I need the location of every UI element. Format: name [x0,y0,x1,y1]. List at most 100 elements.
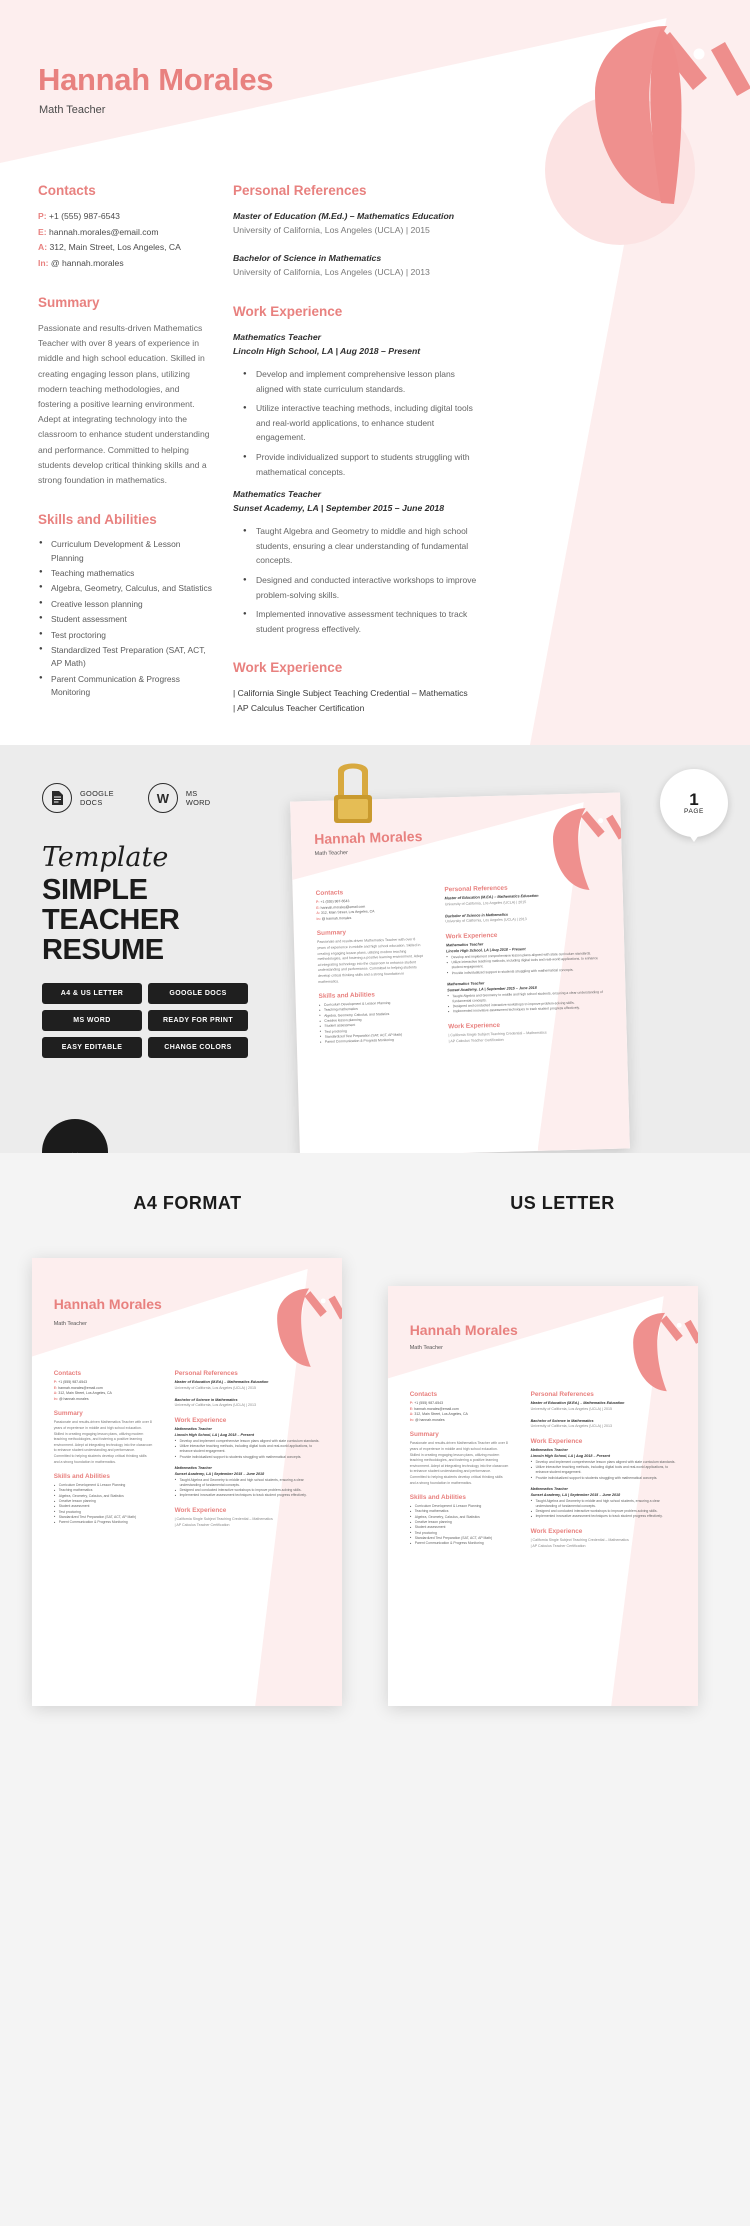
ms-word-icon: W [147,783,178,813]
promo-headline-2: TEACHER [42,904,180,936]
document-icon [51,791,63,805]
format-headings: A4 FORMAT US LETTER [0,1193,750,1214]
mini-summary-text: Passionate and results-driven Mathematic… [317,937,423,984]
format-badge-label: GOOGLE DOCS [80,789,114,808]
list-item: Standardized Test Preparation (SAT, ACT,… [38,643,213,671]
format-badge-ms-word: W MS WORD [147,783,211,813]
list-item: Implemented innovative assessment techni… [531,1514,680,1520]
mini-summary-text: Passionate and results-driven Mathematic… [53,1420,153,1464]
mini-resume: Hannah Morales Math Teacher Contacts P: … [388,1286,698,1706]
scroll-down-button[interactable]: ⌄ [42,1119,108,1153]
section-title-certifications: Work Experience [233,660,343,676]
list-item: Parent Communication & Progress Monitori… [38,672,213,700]
section-title-work-experience: Work Experience [233,304,343,319]
format-badge-line1: MS [185,788,198,798]
mini-contact-key: P: [409,1401,414,1405]
feature-tag-ready-for-print[interactable]: READY FOR PRINT [148,1010,248,1031]
job-bullets: Taught Algebra and Geometry to middle an… [243,524,483,636]
contact-email-key: E: [38,226,47,237]
mini-resume-name: Hannah Morales [409,1321,518,1338]
mini-section-work: Work Experience [530,1438,583,1446]
list-item: Utilize interactive teaching methods, in… [175,1444,324,1455]
a4-format-preview[interactable]: Hannah Morales Math Teacher Contacts P: … [32,1258,342,1706]
list-item: Provide individualized support to studen… [531,1475,680,1481]
job-meta: Sunset Academy, LA | September 2015 – Ju… [233,503,445,514]
feature-tag-a4-us-letter[interactable]: A4 & US LETTER [42,983,142,1004]
feature-tag-easy-editable[interactable]: EASY EDITABLE [42,1037,142,1058]
resume-thumbnail-card[interactable]: Hannah Morales Math Teacher Contacts P: … [290,792,630,1153]
contact-instagram: In: @ hannah.morales [38,256,213,272]
mini-left-column: Contacts P: +1 (555) 987-6543 E: hannah.… [54,1370,153,1526]
feature-tag-google-docs[interactable]: GOOGLE DOCS [148,983,248,1004]
mini-resume: Hannah Morales Math Teacher Contacts P: … [290,792,630,1153]
page-count-number: 1 [689,790,699,809]
promo-left-panel: GOOGLE DOCS W MS WORD Template SIMPLE TE… [42,783,292,1058]
education-degree: Master of Education (M.Ed.) – Mathematic… [233,211,455,221]
mini-contact-value: 312, Main Street, Los Angeles, CA [414,1412,468,1417]
list-item: Teaching mathematics [38,566,213,580]
mini-section-summary: Summary [53,1410,83,1418]
feature-tag-change-colors[interactable]: CHANGE COLORS [148,1037,248,1058]
mini-resume: Hannah Morales Math Teacher Contacts P: … [32,1258,342,1706]
promo-headline-3: RESUME [42,934,164,966]
mini-job-bullets: Develop and implement comprehensive less… [446,951,605,977]
mini-resume-role: Math Teacher [53,1320,87,1327]
mini-contact-value: hannah.morales@email.com [414,1406,459,1411]
mini-skills-list: Curriculum Development & Lesson Planning… [410,1504,509,1547]
mini-skills-list: Curriculum Development & Lesson Planning… [54,1483,153,1526]
mini-resume-name: Hannah Morales [314,828,423,848]
mini-resume-role: Math Teacher [314,849,348,857]
list-item: Creative lesson planning [38,597,213,611]
list-item: Algebra, Geometry, Calculus, and Statist… [38,581,213,595]
mini-contact-value: 312, Main Street, Los Angeles, CA [58,1391,112,1396]
mini-section-work: Work Experience [174,1417,227,1425]
skills-list: Curriculum Development & Lesson Planning… [38,537,213,700]
job-title: Mathematics Teacher [233,332,322,342]
list-item: Curriculum Development & Lesson Planning [38,537,213,565]
feature-tag-ms-word[interactable]: MS WORD [42,1010,142,1031]
mini-contact: In: @ hannah.morales [54,1397,153,1403]
mini-left-column: Contacts P: +1 (555) 987-6543 E: hannah.… [410,1391,509,1547]
mini-contact-value: @ hannah.morales [58,1396,89,1401]
education-school: University of California, Los Angeles (U… [233,225,430,235]
format-badge-line1: GOOGLE [80,788,114,798]
section-title-references: Personal References [233,183,367,198]
list-item: Taught Algebra and Geometry to middle an… [243,524,483,568]
contact-instagram-key: In: [38,257,49,268]
mini-contact-key: In: [409,1417,414,1422]
mini-job-bullets: Develop and implement comprehensive less… [531,1459,680,1481]
mini-education-school: University of California, Los Angeles (U… [174,1403,257,1408]
contact-instagram-value: @ hannah.morales [50,257,124,268]
list-item: Designed and conducted interactive works… [243,573,483,602]
section-title-skills: Skills and Abilities [38,512,157,528]
mini-resume-name: Hannah Morales [53,1296,162,1313]
list-item: Taught Algebra and Geometry to middle an… [531,1498,680,1510]
mini-contact-key: P: [315,899,320,904]
list-item: Student assessment [38,612,213,626]
resume-role: Math Teacher [39,104,106,116]
contact-address: A: 312, Main Street, Los Angeles, CA [38,240,213,256]
mini-contact-value: +1 (555) 987-6543 [320,899,350,904]
job-meta: Lincoln High School, LA | Aug 2018 – Pre… [233,346,421,356]
mini-education-school: University of California, Los Angeles (U… [530,1424,613,1429]
resume-right-column: Personal References Master of Education … [233,183,483,716]
resume-left-column: Contacts P: +1 (555) 987-6543 E: hannah.… [38,183,213,702]
heading-a4-format: A4 FORMAT [133,1193,242,1213]
contact-address-key: A: [38,242,48,252]
mini-right-column: Personal References Master of Education … [444,882,607,1045]
promo-headline-1: SIMPLE [42,874,148,906]
contact-phone-value: +1 (555) 987-6543 [48,211,120,221]
mini-contact-key: A: [316,911,321,916]
feature-tags: A4 & US LETTER GOOGLE DOCS MS WORD READY… [42,983,252,1058]
us-letter-format-preview[interactable]: Hannah Morales Math Teacher Contacts P: … [388,1286,698,1706]
promo-section: GOOGLE DOCS W MS WORD Template SIMPLE TE… [0,745,750,1153]
education-school: University of California, Los Angeles (U… [233,267,430,277]
mini-contact-key: In: [316,916,321,921]
list-item: Implemented innovative assessment techni… [175,1493,324,1499]
job-title: Mathematics Teacher [233,489,322,500]
mini-contact: In: @ hannah.morales [410,1418,509,1424]
list-item: Taught Algebra and Geometry to middle an… [175,1477,324,1489]
contact-address-value: 312, Main Street, Los Angeles, CA [49,242,181,252]
mini-job-bullets: Taught Algebra and Geometry to middle an… [531,1498,680,1520]
mini-job-bullets: Taught Algebra and Geometry to middle an… [175,1477,324,1499]
